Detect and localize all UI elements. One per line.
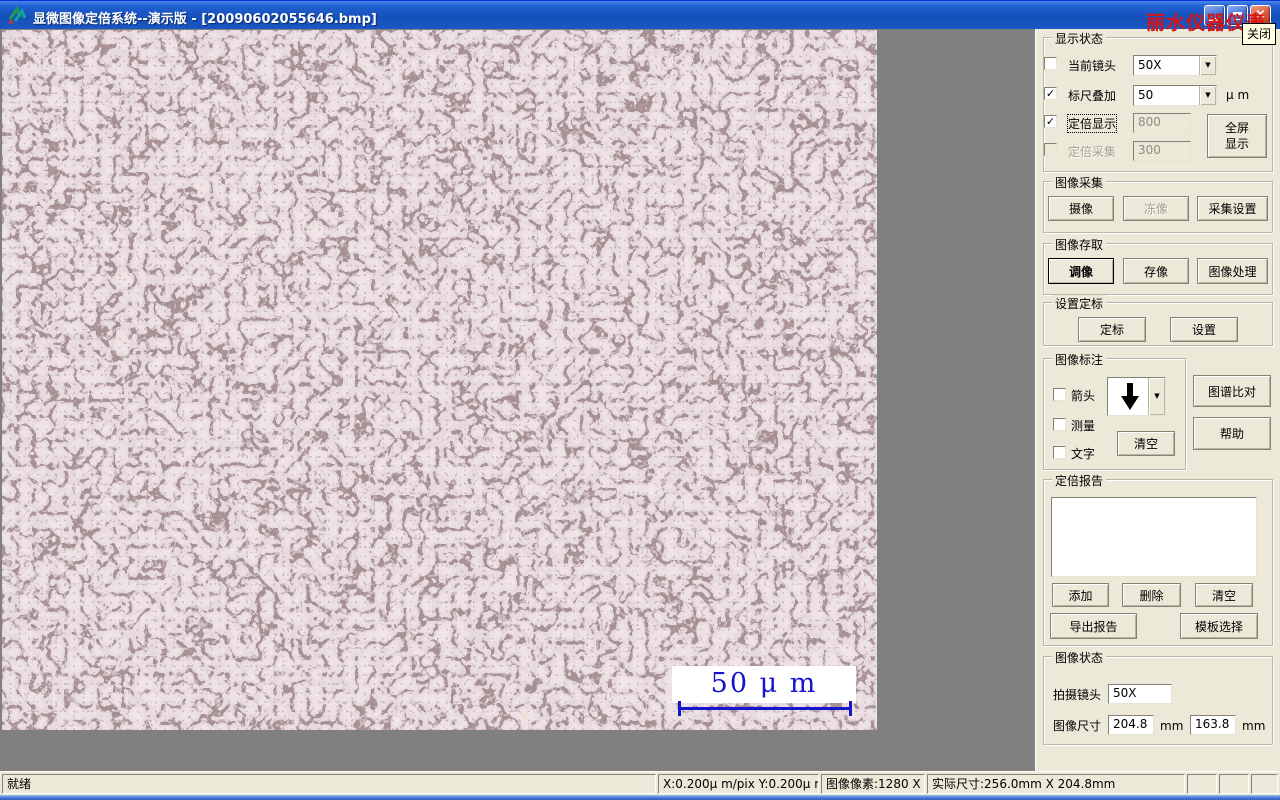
app-icon bbox=[8, 5, 27, 24]
status-bar: 就绪 X:0.200μ m/pix Y:0.200μ m/pix 图像像素:12… bbox=[0, 771, 1280, 795]
group-image-storage-title: 图像存取 bbox=[1052, 236, 1107, 253]
freeze-button: 冻像 bbox=[1123, 196, 1189, 221]
fixed-capture-label: 定倍采集 bbox=[1068, 145, 1117, 159]
status-empty-2 bbox=[1219, 774, 1249, 794]
status-empty-3 bbox=[1251, 774, 1278, 794]
atlas-compare-button[interactable]: 图谱比对 bbox=[1193, 375, 1271, 407]
image-width-field: 204.8 bbox=[1108, 715, 1154, 735]
image-height-unit: mm bbox=[1242, 719, 1266, 733]
status-image-pixels: 图像像素:1280 X 1024 bbox=[821, 774, 925, 794]
template-select-button[interactable]: 模板选择 bbox=[1180, 613, 1258, 639]
text-checkbox[interactable] bbox=[1053, 446, 1066, 459]
scale-bar-line bbox=[679, 707, 851, 710]
chevron-down-icon[interactable]: ▼ bbox=[1199, 86, 1216, 105]
image-width-unit: mm bbox=[1160, 719, 1184, 733]
delete-report-button[interactable]: 删除 bbox=[1122, 583, 1181, 607]
group-image-capture-title: 图像采集 bbox=[1052, 174, 1107, 191]
text-label: 文字 bbox=[1071, 447, 1096, 461]
specimen-image[interactable] bbox=[2, 30, 877, 730]
image-processing-button[interactable]: 图像处理 bbox=[1197, 258, 1268, 284]
scale-bar-tick-right bbox=[849, 701, 852, 716]
capture-button[interactable]: 摄像 bbox=[1048, 196, 1114, 221]
settings-button[interactable]: 设置 bbox=[1170, 317, 1238, 342]
shoot-lens-field: 50X bbox=[1108, 684, 1172, 704]
window-title: 显微图像定倍系统--演示版 - [20090602055646.bmp] bbox=[33, 12, 377, 27]
scale-bar-label: 50 μ m bbox=[672, 666, 856, 703]
status-pixel-scale: X:0.200μ m/pix Y:0.200μ m/pix bbox=[658, 774, 819, 794]
calibrate-button[interactable]: 定标 bbox=[1078, 317, 1146, 342]
chevron-down-icon[interactable]: ▼ bbox=[1148, 378, 1165, 415]
taskbar-edge bbox=[0, 795, 1280, 800]
export-report-button[interactable]: 导出报告 bbox=[1050, 613, 1137, 639]
current-lens-checkbox[interactable] bbox=[1044, 57, 1057, 70]
arrow-checkbox[interactable] bbox=[1053, 388, 1066, 401]
measure-checkbox[interactable] bbox=[1053, 418, 1066, 431]
scale-bar-tick-left bbox=[678, 701, 681, 716]
arrow-style-select[interactable]: ▼ bbox=[1107, 377, 1166, 416]
ruler-overlay-select[interactable]: 50 ▼ bbox=[1133, 85, 1217, 106]
chevron-down-icon[interactable]: ▼ bbox=[1199, 56, 1216, 75]
group-image-status-title: 图像状态 bbox=[1052, 649, 1107, 666]
big-down-arrow-icon bbox=[1121, 382, 1139, 410]
shoot-lens-label: 拍摄镜头 bbox=[1053, 688, 1102, 702]
capture-settings-button[interactable]: 采集设置 bbox=[1197, 196, 1268, 221]
image-size-label: 图像尺寸 bbox=[1053, 719, 1102, 733]
current-lens-label: 当前镜头 bbox=[1068, 59, 1117, 73]
group-calibration-title: 设置定标 bbox=[1052, 295, 1107, 312]
help-button[interactable]: 帮助 bbox=[1193, 417, 1271, 450]
fixed-display-field: 800 bbox=[1133, 113, 1191, 133]
fixed-capture-field: 300 bbox=[1133, 141, 1191, 161]
measure-label: 测量 bbox=[1071, 419, 1096, 433]
fixed-display-label: 定倍显示 bbox=[1066, 114, 1118, 133]
arrow-label: 箭头 bbox=[1071, 389, 1096, 403]
close-tooltip: 关闭 bbox=[1242, 23, 1277, 45]
fullscreen-button[interactable]: 全屏 显示 bbox=[1207, 114, 1267, 158]
status-actual-size: 实际尺寸:256.0mm X 204.8mm bbox=[927, 774, 1185, 794]
group-annotation-title: 图像标注 bbox=[1052, 351, 1107, 368]
ruler-overlay-label: 标尺叠加 bbox=[1068, 89, 1117, 103]
title-bar: 显微图像定倍系统--演示版 - [20090602055646.bmp] × bbox=[0, 0, 1280, 29]
report-list[interactable] bbox=[1051, 497, 1257, 577]
load-image-button[interactable]: 调像 bbox=[1048, 258, 1114, 284]
add-report-button[interactable]: 添加 bbox=[1052, 583, 1109, 607]
ruler-overlay-checkbox[interactable]: ✓ bbox=[1044, 87, 1057, 100]
fixed-display-checkbox[interactable]: ✓ bbox=[1044, 115, 1057, 128]
group-report-title: 定倍报告 bbox=[1052, 472, 1107, 489]
fixed-capture-checkbox bbox=[1044, 143, 1057, 156]
status-empty-1 bbox=[1187, 774, 1217, 794]
ruler-unit-label: μ m bbox=[1226, 88, 1250, 102]
save-image-button[interactable]: 存像 bbox=[1123, 258, 1189, 284]
group-display-status-title: 显示状态 bbox=[1052, 30, 1107, 47]
status-ready: 就绪 bbox=[2, 774, 656, 794]
app-window: 显微图像定倍系统--演示版 - [20090602055646.bmp] × 丽… bbox=[0, 0, 1280, 800]
image-height-field: 163.8 bbox=[1190, 715, 1236, 735]
clear-annotation-button[interactable]: 清空 bbox=[1117, 431, 1175, 456]
clear-report-button[interactable]: 清空 bbox=[1195, 583, 1253, 607]
current-lens-select[interactable]: 50X ▼ bbox=[1133, 55, 1217, 76]
